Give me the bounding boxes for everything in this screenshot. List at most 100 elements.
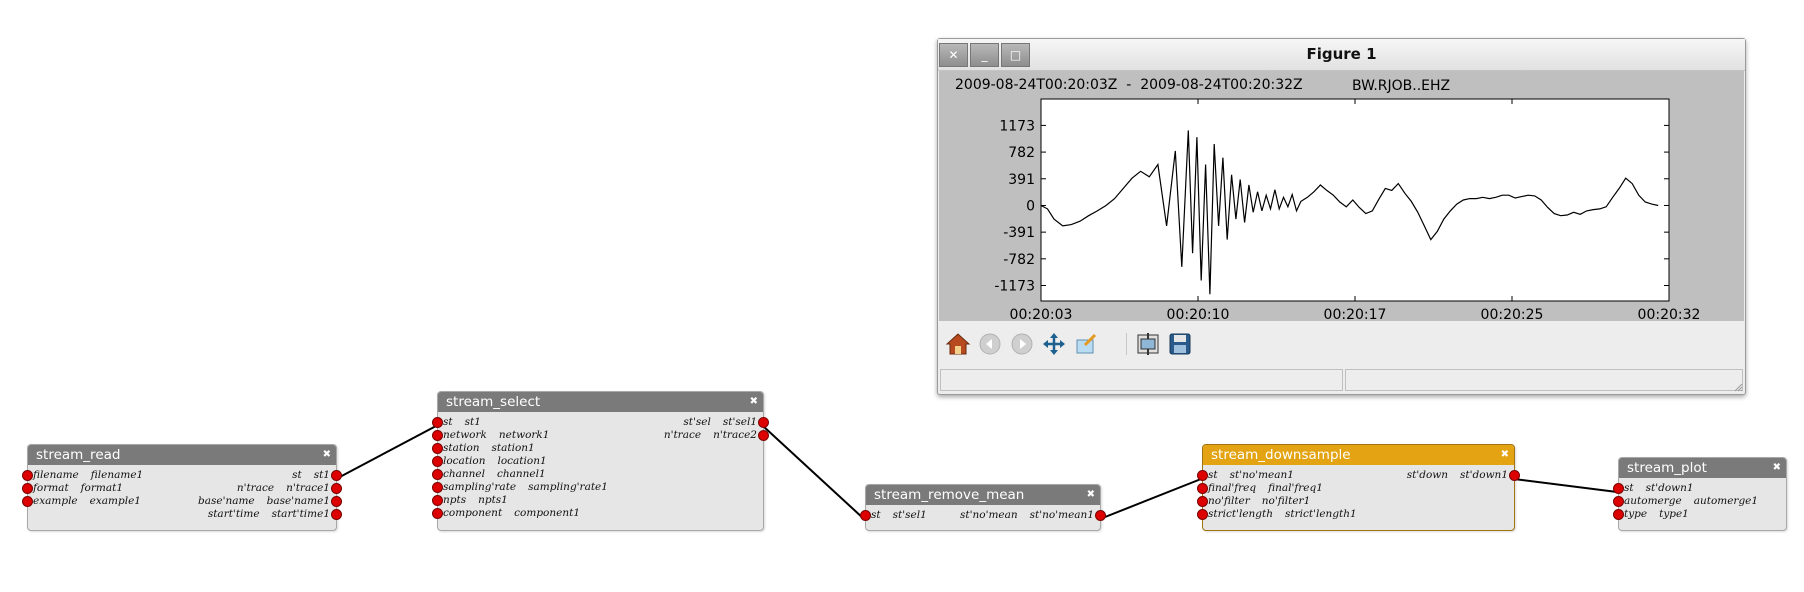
- node-port-row: network network1 n'trace n'trace2: [432, 429, 769, 442]
- input-label: st st1: [443, 416, 481, 429]
- y-tick-label: 1173: [999, 118, 1035, 134]
- input-port[interactable]: [432, 443, 443, 454]
- forward-icon[interactable]: [1009, 331, 1035, 357]
- input-port[interactable]: [1197, 496, 1208, 507]
- back-icon[interactable]: [977, 331, 1003, 357]
- input-label: format format1: [33, 482, 123, 495]
- output-value: st'no'mean1: [1029, 509, 1094, 521]
- input-port[interactable]: [432, 456, 443, 467]
- node-header[interactable]: stream_plot ✖: [1619, 458, 1786, 478]
- input-port[interactable]: [432, 508, 443, 519]
- close-icon[interactable]: ✖: [1773, 458, 1781, 478]
- input-label: filename filename1: [33, 469, 143, 482]
- input-port[interactable]: [22, 496, 33, 507]
- close-icon[interactable]: ✖: [750, 392, 758, 412]
- zoom-icon[interactable]: [1073, 331, 1099, 357]
- input-name: format: [33, 482, 69, 494]
- home-icon[interactable]: [945, 331, 971, 357]
- figure-toolbar: [939, 323, 1744, 365]
- y-tick-label: 391: [1008, 172, 1035, 188]
- node-stream-read[interactable]: stream_read ✖ filename filename1 st st1 format…: [22, 444, 342, 531]
- node-stream-plot[interactable]: stream_plot ✖ st st'down1 automerge automerge…: [1613, 457, 1787, 531]
- output-port[interactable]: [331, 483, 342, 494]
- node-stream-downsample[interactable]: stream_downsample ✖ st st'no'mean1 st'down st…: [1197, 444, 1520, 531]
- input-name: final'freq: [1208, 482, 1257, 494]
- figure-titlebar[interactable]: ✕ _ □ Figure 1: [938, 39, 1745, 71]
- node-port-row: filename filename1 st st1: [22, 469, 342, 482]
- input-value: st'sel1: [892, 509, 927, 521]
- toolbar-separator: [1126, 333, 1127, 355]
- configure-subplots-icon[interactable]: [1135, 331, 1161, 357]
- node-title: stream_downsample: [1211, 447, 1351, 463]
- input-port[interactable]: [432, 482, 443, 493]
- output-label: n'trace n'trace1: [237, 482, 330, 495]
- input-label: strict'length strict'length1: [1208, 508, 1357, 521]
- input-value: automerge1: [1693, 495, 1759, 507]
- y-tick-label: 0: [1026, 198, 1035, 214]
- input-port[interactable]: [432, 495, 443, 506]
- node-header[interactable]: stream_remove_mean ✖: [866, 485, 1100, 505]
- node-stream-remove-mean[interactable]: stream_remove_mean ✖ st st'sel1 st'no'mean st…: [860, 484, 1106, 531]
- output-name: n'trace: [236, 482, 275, 494]
- node-port-row: station station1: [432, 442, 763, 455]
- resize-grip-icon[interactable]: [1733, 382, 1743, 392]
- input-port[interactable]: [1613, 483, 1624, 494]
- input-value: type1: [1659, 508, 1689, 520]
- output-port[interactable]: [1509, 470, 1520, 481]
- input-port[interactable]: [22, 483, 33, 494]
- output-name: base'name: [197, 495, 255, 507]
- figure-window[interactable]: ✕ _ □ Figure 1 2009-08-24T00:20:03Z - 20…: [937, 38, 1746, 395]
- node-header[interactable]: stream_read ✖: [28, 445, 336, 465]
- input-label: no'filter no'filter1: [1208, 495, 1310, 508]
- node-header[interactable]: stream_downsample ✖: [1203, 445, 1514, 465]
- output-port[interactable]: [1095, 510, 1106, 521]
- x-tick-label: 00:20:17: [1324, 307, 1387, 321]
- node-port-row: sampling'rate sampling'rate1: [432, 481, 763, 494]
- node-port-row: st st'down1: [1613, 482, 1786, 495]
- close-icon[interactable]: ✖: [1501, 445, 1509, 465]
- input-port[interactable]: [432, 430, 443, 441]
- node-title: stream_plot: [1627, 460, 1707, 476]
- input-port[interactable]: [860, 510, 871, 521]
- output-port[interactable]: [331, 496, 342, 507]
- node-body: st st1 st'sel st'sel1 network network1 n'trace…: [432, 412, 769, 520]
- output-label: st st1: [292, 469, 330, 482]
- input-port[interactable]: [1197, 470, 1208, 481]
- x-tick-label: 00:20:10: [1167, 307, 1230, 321]
- input-port[interactable]: [1613, 496, 1624, 507]
- close-icon[interactable]: ✖: [323, 445, 331, 465]
- input-label: st st'down1: [1624, 482, 1694, 495]
- output-label: start'time start'time1: [208, 508, 330, 521]
- input-name: example: [33, 495, 78, 507]
- input-value: st1: [464, 416, 481, 428]
- output-value: start'time1: [271, 508, 330, 520]
- input-label: type type1: [1624, 508, 1689, 521]
- input-port[interactable]: [432, 417, 443, 428]
- input-name: sampling'rate: [443, 481, 517, 493]
- input-port[interactable]: [432, 469, 443, 480]
- output-label: st'sel st'sel1: [683, 416, 757, 429]
- time-range-label: 2009-08-24T00:20:03Z - 2009-08-24T00:20:…: [955, 77, 1303, 93]
- output-value: base'name1: [266, 495, 330, 507]
- output-value: n'trace1: [286, 482, 330, 494]
- input-port[interactable]: [1613, 509, 1624, 520]
- input-name: no'filter: [1208, 495, 1250, 507]
- input-port[interactable]: [1197, 483, 1208, 494]
- node-header[interactable]: stream_select ✖: [438, 392, 763, 412]
- node-stream-select[interactable]: stream_select ✖ st st1 st'sel st'sel1 network n…: [432, 391, 769, 531]
- node-body: filename filename1 st st1 format format1 n'tra…: [22, 465, 342, 521]
- waveform-plot[interactable]: 2009-08-24T00:20:03Z - 2009-08-24T00:20:…: [939, 71, 1744, 323]
- output-port[interactable]: [331, 470, 342, 481]
- output-port[interactable]: [758, 417, 769, 428]
- pan-icon[interactable]: [1041, 331, 1067, 357]
- x-tick-label: 00:20:25: [1481, 307, 1544, 321]
- save-icon[interactable]: [1167, 331, 1193, 357]
- output-port[interactable]: [758, 430, 769, 441]
- input-port[interactable]: [1197, 509, 1208, 520]
- input-port[interactable]: [22, 470, 33, 481]
- close-icon[interactable]: ✖: [1087, 485, 1095, 505]
- output-port[interactable]: [331, 509, 342, 520]
- input-value: channel1: [497, 468, 546, 480]
- input-name: strict'length: [1208, 508, 1274, 520]
- input-value: network1: [498, 429, 550, 441]
